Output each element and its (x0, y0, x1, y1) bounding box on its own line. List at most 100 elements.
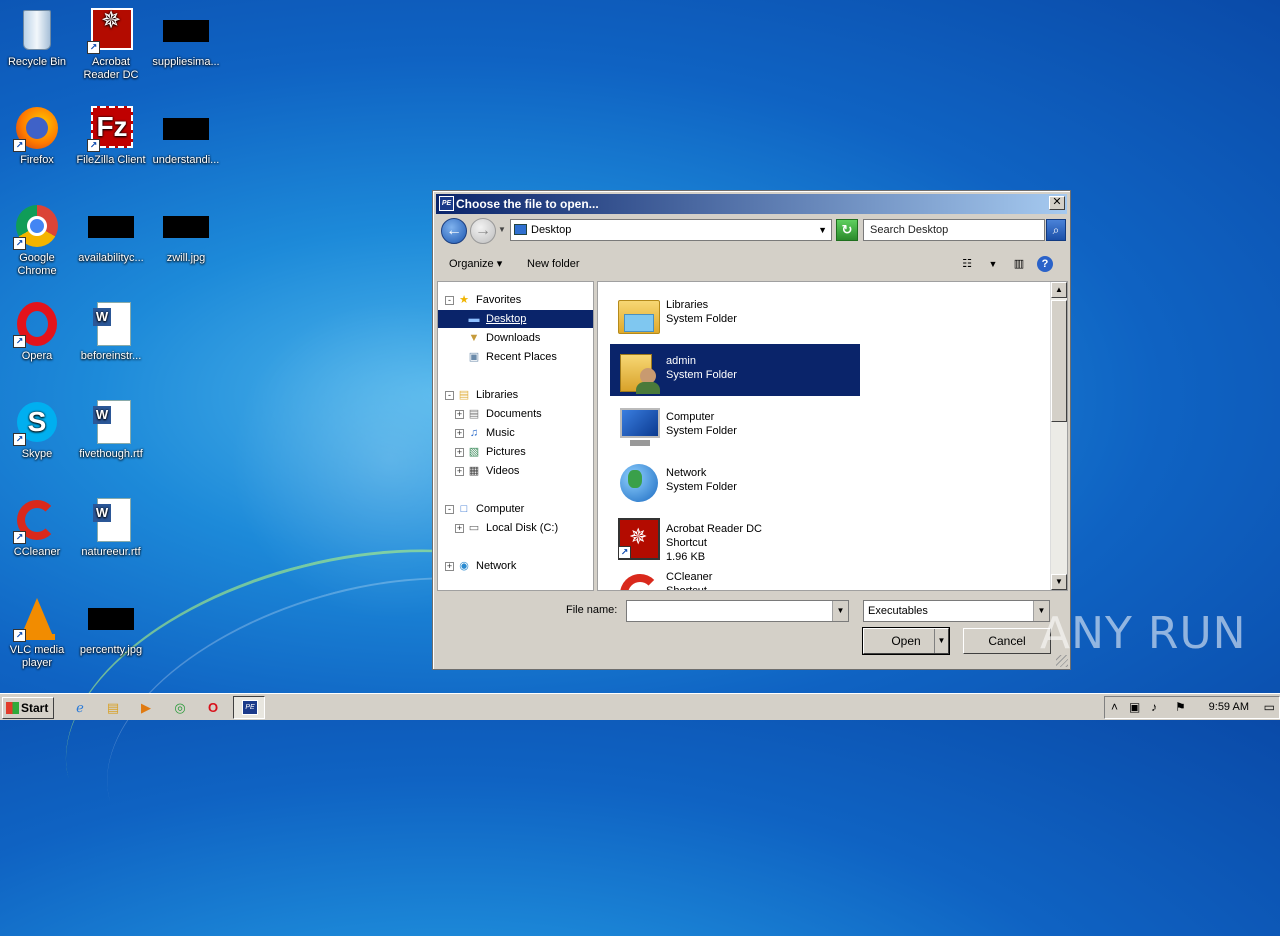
desktop-icon-beforeinstr[interactable]: W beforeinstr... (74, 300, 148, 363)
pictures-icon: ▧ (468, 446, 480, 458)
tree-item-downloads[interactable]: ▼ Downloads (466, 329, 541, 347)
flag-icon[interactable]: ⚑ (1175, 700, 1186, 714)
desktop-icon-skype[interactable]: S ↗ Skype (0, 398, 74, 461)
file-list: Libraries System Folder admin System Fol… (597, 281, 1068, 591)
desktop-icon-vlc[interactable]: ↗ VLC media player (0, 594, 74, 670)
desktop-icon-filezilla[interactable]: Fz ↗ FileZilla Client (74, 104, 148, 167)
file-item-network[interactable]: Network System Folder (610, 456, 860, 508)
desktop-icon-recycle-bin[interactable]: Recycle Bin (0, 6, 74, 69)
search-icon[interactable]: ⌕ (1046, 219, 1066, 241)
tree-item-desktop[interactable]: ▬ Desktop (438, 310, 593, 328)
desktop-icon-opera[interactable]: ↗ Opera (0, 300, 74, 363)
help-icon[interactable]: ? (1037, 256, 1053, 272)
user-folder-icon (616, 348, 662, 394)
chevron-down-icon[interactable]: ▼ (934, 629, 948, 653)
organize-button[interactable]: Organize ▾ (441, 249, 510, 279)
expand-icon[interactable]: + (455, 410, 464, 419)
tree-item-recent-places[interactable]: ▣ Recent Places (466, 348, 557, 366)
tree-item-documents[interactable]: ▤ Documents (466, 405, 542, 423)
close-button[interactable]: ✕ (1049, 196, 1065, 210)
desktop-icon-chrome[interactable]: ↗ Google Chrome (0, 202, 74, 278)
clock[interactable]: 9:59 AM (1209, 701, 1249, 713)
chrome-icon[interactable]: ◎ (170, 698, 190, 718)
file-item-libraries[interactable]: Libraries System Folder (610, 288, 860, 340)
vlc-icon: ↗ (13, 594, 61, 642)
scroll-down-icon[interactable]: ▼ (1051, 574, 1067, 590)
desktop-icon-zwill[interactable]: zwill.jpg (149, 202, 223, 265)
new-folder-button[interactable]: New folder (519, 249, 588, 279)
dialog-title: Choose the file to open... (456, 197, 599, 211)
libraries-icon: ▤ (458, 389, 470, 401)
expand-icon[interactable]: + (455, 448, 464, 457)
chevron-down-icon[interactable]: ▼ (818, 220, 827, 240)
show-hidden-icons-icon[interactable]: ˄ (1111, 700, 1118, 714)
desktop-icon-percentty[interactable]: percentty.jpg (74, 594, 148, 657)
desktop-icon-acrobat[interactable]: ✵ ↗ Acrobat Reader DC (74, 6, 148, 82)
forward-button[interactable]: → (470, 218, 496, 244)
file-list-scrollbar[interactable]: ▲ ▼ (1050, 282, 1067, 590)
explorer-folder-icon[interactable]: ▤ (103, 698, 123, 718)
preview-pane-icon[interactable]: ▥ (1009, 255, 1029, 273)
recent-places-icon: ▣ (468, 351, 480, 363)
open-button[interactable]: Open ▼ (862, 627, 950, 655)
search-input[interactable]: Search Desktop (863, 219, 1045, 241)
tree-item-local-disk[interactable]: ▭ Local Disk (C:) (466, 519, 558, 537)
file-name-label: File name: (566, 604, 618, 616)
scroll-up-icon[interactable]: ▲ (1051, 282, 1067, 298)
show-desktop-icon[interactable]: ▭ (1264, 700, 1275, 714)
open-file-dialog: PE Choose the file to open... ✕ ← → ▼ De… (432, 190, 1071, 670)
network-globe-icon (616, 460, 662, 504)
navigation-pane: - ★ Favorites ▬ Desktop ▼ Downloads ▣ Re… (437, 281, 594, 591)
opera-icon: ↗ (13, 300, 61, 348)
tree-item-videos[interactable]: ▦ Videos (466, 462, 520, 480)
tree-item-libraries[interactable]: ▤ Libraries (456, 386, 518, 404)
tree-item-pictures[interactable]: ▧ Pictures (466, 443, 526, 461)
desktop-icon-natureeur[interactable]: W natureeur.rtf (74, 496, 148, 559)
desktop-icon-availability[interactable]: availabilityc... (74, 202, 148, 265)
back-button[interactable]: ← (441, 218, 467, 244)
collapse-icon[interactable]: - (445, 391, 454, 400)
redacted-file-icon (162, 6, 210, 54)
tree-item-favorites[interactable]: ★ Favorites (456, 291, 521, 309)
videos-icon: ▦ (468, 465, 480, 477)
redacted-file-icon (162, 104, 210, 152)
collapse-icon[interactable]: - (445, 505, 454, 514)
documents-icon: ▤ (468, 408, 480, 420)
media-player-icon[interactable]: ▶ (136, 698, 156, 718)
tree-item-computer[interactable]: □ Computer (456, 500, 525, 518)
file-item-admin[interactable]: admin System Folder (610, 344, 860, 396)
chevron-down-icon[interactable]: ▼ (832, 601, 848, 621)
file-name-input[interactable]: ▼ (626, 600, 849, 622)
collapse-icon[interactable]: - (445, 296, 454, 305)
file-item-acrobat-shortcut[interactable]: ✵ ↗ Acrobat Reader DC Shortcut 1.96 KB (610, 512, 860, 572)
desktop-icon-fivethough[interactable]: W fivethough.rtf (74, 398, 148, 461)
start-button[interactable]: Start (2, 697, 54, 719)
tree-item-network[interactable]: ◉ Network (456, 557, 516, 575)
desktop-icon-supplies[interactable]: suppliesima... (149, 6, 223, 69)
cancel-button[interactable]: Cancel (963, 628, 1051, 654)
volume-icon[interactable]: ♪ (1151, 700, 1157, 714)
recent-pages-dropdown[interactable]: ▼ (498, 225, 506, 234)
file-type-select[interactable]: Executables ▼ (863, 600, 1050, 622)
desktop-icon-understanding[interactable]: understandi... (149, 104, 223, 167)
change-view-icon[interactable]: ☷ (957, 255, 977, 273)
filezilla-icon: Fz ↗ (87, 104, 135, 152)
action-center-icon[interactable]: ▣ (1129, 700, 1140, 714)
file-item-computer[interactable]: Computer System Folder (610, 400, 860, 452)
refresh-button[interactable]: ↻ (836, 219, 858, 241)
expand-icon[interactable]: + (455, 429, 464, 438)
taskbar-item-active-app[interactable]: PE (233, 696, 265, 719)
dialog-titlebar[interactable]: PE Choose the file to open... ✕ (436, 194, 1067, 214)
desktop-icon-firefox[interactable]: ↗ Firefox (0, 104, 74, 167)
opera-icon[interactable]: O (203, 698, 223, 718)
desktop-icon-ccleaner[interactable]: ↗ CCleaner (0, 496, 74, 559)
expand-icon[interactable]: + (455, 467, 464, 476)
address-bar[interactable]: Desktop ▼ (510, 219, 832, 241)
expand-icon[interactable]: + (445, 562, 454, 571)
scroll-thumb[interactable] (1051, 300, 1067, 422)
tree-item-music[interactable]: ♫ Music (466, 424, 515, 442)
expand-icon[interactable]: + (455, 524, 464, 533)
view-dropdown-icon[interactable]: ▼ (983, 255, 1003, 273)
internet-explorer-icon[interactable]: ℯ (70, 698, 90, 718)
file-item-ccleaner-shortcut[interactable]: CCleaner Shortcut (610, 568, 860, 590)
